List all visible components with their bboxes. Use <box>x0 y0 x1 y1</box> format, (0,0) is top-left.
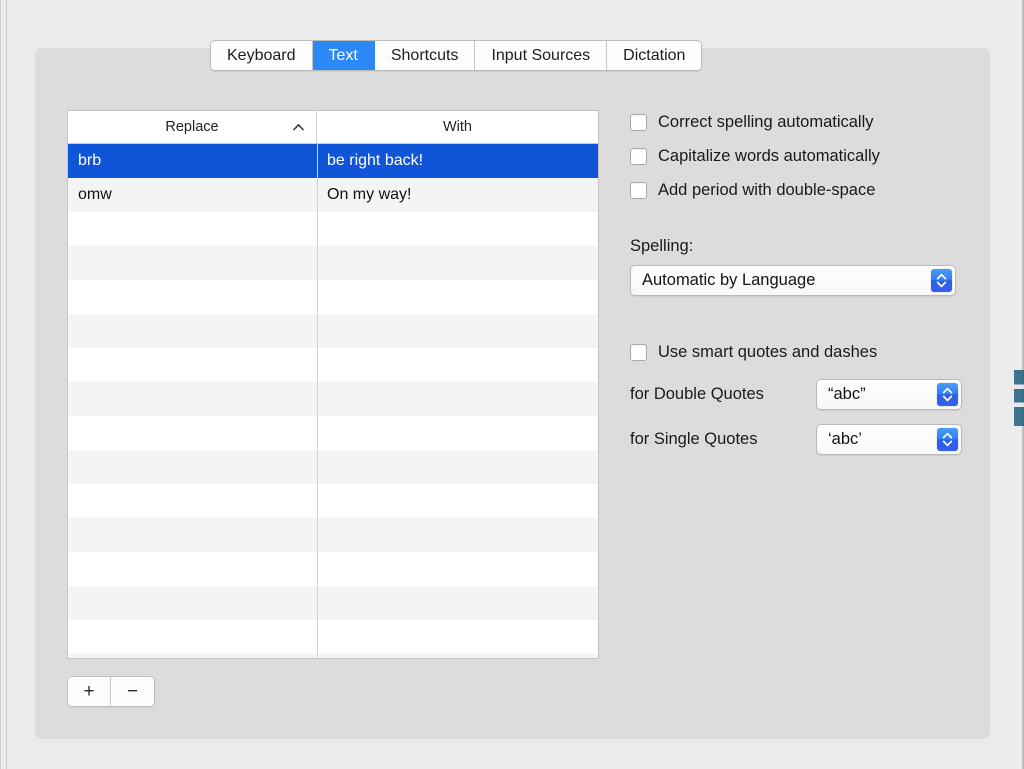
double-quotes-label: for Double Quotes <box>630 385 764 403</box>
cell-replace <box>68 484 317 518</box>
cell-with <box>317 484 598 518</box>
single-quotes-label: for Single Quotes <box>630 430 758 448</box>
single-quotes-popup-button[interactable]: ‘abc’ <box>816 424 962 455</box>
cell-with <box>317 450 598 484</box>
table-row-empty[interactable] <box>68 212 598 246</box>
cell-with: On my way! <box>327 186 412 203</box>
cell-with <box>317 518 598 552</box>
cell-with <box>317 586 598 620</box>
add-period-label: Add period with double-space <box>658 181 876 199</box>
table-row-empty[interactable] <box>68 620 598 654</box>
table-header-row: Replace With <box>68 111 598 144</box>
correct-spelling-checkbox[interactable] <box>630 114 647 131</box>
table-row-empty[interactable] <box>68 654 598 658</box>
table-body: brb be right back! omw On my way! <box>68 144 598 658</box>
cell-replace <box>68 348 317 382</box>
spelling-popup-value: Automatic by Language <box>642 271 816 289</box>
column-header-with[interactable]: With <box>317 111 598 143</box>
cell-with <box>317 654 598 658</box>
cell-with <box>317 212 598 246</box>
table-row-empty[interactable] <box>68 280 598 314</box>
single-quotes-row: for Single Quotes ‘abc’ <box>630 424 970 455</box>
remove-entry-button[interactable]: − <box>111 677 154 706</box>
cell-replace <box>68 586 317 620</box>
capitalize-words-label: Capitalize words automatically <box>658 147 880 165</box>
single-quotes-popup-stepper-icon[interactable] <box>937 428 958 451</box>
cell-with: be right back! <box>327 152 424 169</box>
tab-text[interactable]: Text <box>312 41 375 70</box>
table-row-empty[interactable] <box>68 314 598 348</box>
window-edge-line-outer <box>0 0 1 769</box>
checkbox-row-add-period[interactable]: Add period with double-space <box>630 178 970 203</box>
add-period-checkbox[interactable] <box>630 182 647 199</box>
text-replacement-table[interactable]: Replace With brb be right back! omw On my w… <box>67 110 599 659</box>
double-quotes-popup-stepper-icon[interactable] <box>937 383 958 406</box>
double-quotes-popup-value: “abc” <box>828 385 866 403</box>
table-row-empty[interactable] <box>68 484 598 518</box>
cell-replace <box>68 246 317 280</box>
spelling-section-label: Spelling: <box>630 237 694 255</box>
table-row-empty[interactable] <box>68 416 598 450</box>
smart-quotes-label: Use smart quotes and dashes <box>658 343 878 361</box>
double-quotes-popup-button[interactable]: “abc” <box>816 379 962 410</box>
chevron-up-down-icon <box>942 387 953 402</box>
cell-replace <box>68 382 317 416</box>
table-row-empty[interactable] <box>68 382 598 416</box>
cell-with <box>317 416 598 450</box>
cell-replace <box>68 518 317 552</box>
checkbox-row-smart-quotes[interactable]: Use smart quotes and dashes <box>630 340 970 365</box>
table-row[interactable]: brb be right back! <box>68 144 598 178</box>
table-row-empty[interactable] <box>68 246 598 280</box>
column-header-replace[interactable]: Replace <box>68 111 317 143</box>
tab-shortcuts[interactable]: Shortcuts <box>374 41 476 70</box>
cell-with <box>317 552 598 586</box>
table-add-remove-group: + − <box>67 676 155 707</box>
cell-replace <box>68 654 317 658</box>
add-entry-button[interactable]: + <box>68 677 111 706</box>
checkbox-row-correct-spelling[interactable]: Correct spelling automatically <box>630 110 970 135</box>
spelling-popup-button[interactable]: Automatic by Language <box>630 265 956 296</box>
cell-replace <box>68 620 317 654</box>
cell-replace <box>68 314 317 348</box>
smart-quotes-checkbox[interactable] <box>630 344 647 361</box>
window-edge-line-inner <box>6 0 7 769</box>
sort-ascending-icon <box>293 124 304 131</box>
cell-replace <box>68 280 317 314</box>
spelling-popup-stepper-icon[interactable] <box>931 269 952 292</box>
table-row-empty[interactable] <box>68 450 598 484</box>
table-row-empty[interactable] <box>68 586 598 620</box>
cell-with <box>317 246 598 280</box>
chevron-up-down-icon <box>936 273 947 288</box>
background-window-sliver[interactable] <box>1014 370 1024 426</box>
correct-spelling-label: Correct spelling automatically <box>658 113 874 131</box>
table-row-empty[interactable] <box>68 552 598 586</box>
cell-with <box>317 382 598 416</box>
text-options-column: Correct spelling automatically Capitaliz… <box>630 110 970 455</box>
cell-replace: omw <box>78 186 112 203</box>
tab-dictation[interactable]: Dictation <box>607 41 702 70</box>
tab-input-sources[interactable]: Input Sources <box>475 41 608 70</box>
double-quotes-row: for Double Quotes “abc” <box>630 379 970 410</box>
cell-replace <box>68 552 317 586</box>
table-row-empty[interactable] <box>68 348 598 382</box>
tab-bar: Keyboard Text Shortcuts Input Sources Dictat… <box>210 40 703 71</box>
cell-replace <box>68 450 317 484</box>
cell-with <box>317 620 598 654</box>
capitalize-words-checkbox[interactable] <box>630 148 647 165</box>
cell-with <box>317 348 598 382</box>
cell-replace: brb <box>78 152 102 169</box>
checkbox-row-capitalize-words[interactable]: Capitalize words automatically <box>630 144 970 169</box>
cell-replace <box>68 212 317 246</box>
cell-replace <box>68 416 317 450</box>
single-quotes-popup-value: ‘abc’ <box>828 430 862 448</box>
tab-keyboard[interactable]: Keyboard <box>211 41 313 70</box>
column-header-replace-label: Replace <box>165 119 219 135</box>
table-row[interactable]: omw On my way! <box>68 178 598 212</box>
column-header-with-label: With <box>443 119 472 135</box>
table-row-empty[interactable] <box>68 518 598 552</box>
chevron-up-down-icon <box>942 432 953 447</box>
cell-with <box>317 280 598 314</box>
cell-with <box>317 314 598 348</box>
